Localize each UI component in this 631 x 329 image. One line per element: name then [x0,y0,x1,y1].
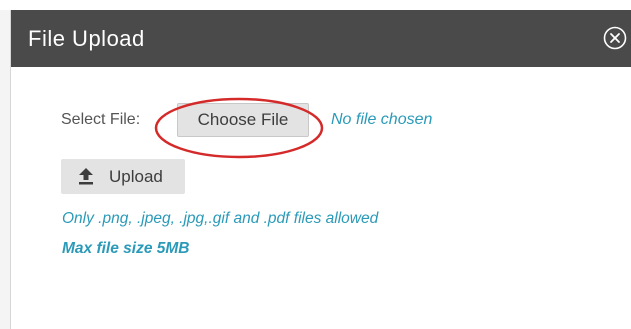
backdrop-left [0,10,10,329]
upload-arrow-icon [79,168,93,185]
close-circle-icon [603,26,627,50]
modal-header: File Upload [11,10,631,67]
modal-title: File Upload [28,26,145,51]
choose-file-button[interactable]: Choose File [177,103,309,137]
max-file-size-note: Max file size 5MB [62,240,190,257]
no-file-status: No file chosen [331,111,433,128]
page: File Upload Select File: Choose File No … [0,0,631,329]
backdrop-top [0,0,631,10]
select-file-label: Select File: [61,111,141,128]
allowed-file-types-note: Only .png, .jpeg, .jpg,.gif and .pdf fil… [62,210,379,227]
close-button[interactable] [603,26,627,50]
file-upload-modal: File Upload Select File: Choose File No … [10,10,631,329]
upload-button[interactable]: Upload [61,159,185,194]
upload-label: Upload [109,167,163,186]
